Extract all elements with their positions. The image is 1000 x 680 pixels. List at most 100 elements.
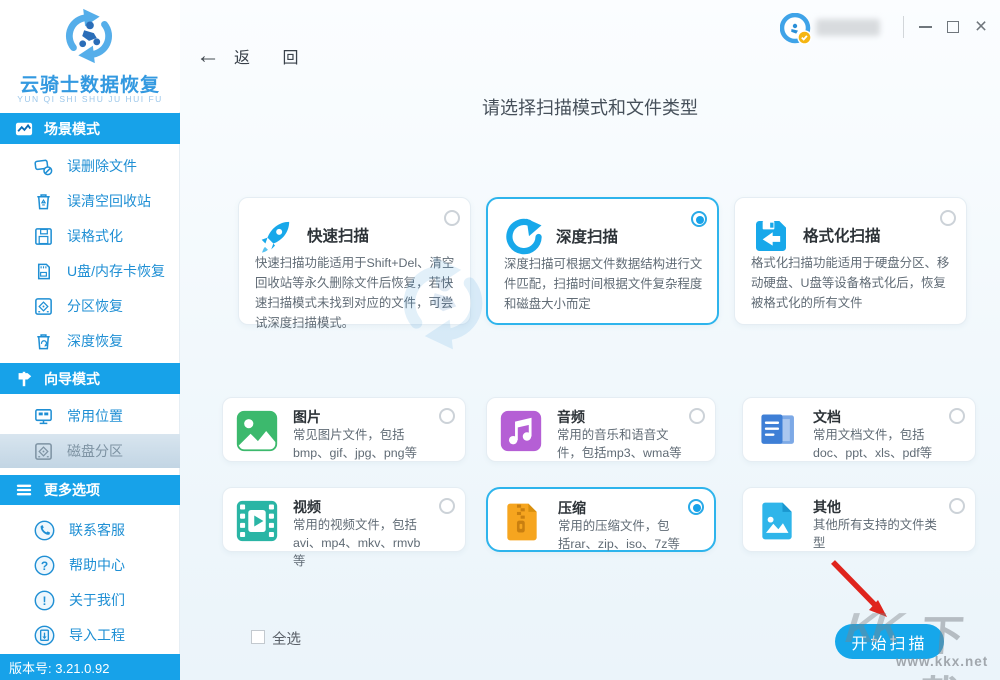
sidebar-section-more-options[interactable]: 更多选项 xyxy=(0,475,180,505)
svg-text:!: ! xyxy=(43,593,47,607)
file-type-radio-other[interactable] xyxy=(949,498,965,514)
image-file-icon xyxy=(236,410,278,452)
sidebar-item-label: 导入工程 xyxy=(69,627,125,643)
sidebar-section-scene-mode[interactable]: 场景模式 xyxy=(0,113,180,144)
scan-mode-title: 快速扫描 xyxy=(307,228,370,245)
sidebar-item-label: 关于我们 xyxy=(69,592,125,608)
scan-mode-radio-format[interactable] xyxy=(940,210,956,226)
monitor-icon xyxy=(35,408,52,424)
file-type-desc: 常用的音乐和语音文件，包括mp3、wma等 xyxy=(557,428,682,460)
floppy-disk-icon xyxy=(35,227,52,245)
file-type-title: 压缩 xyxy=(558,500,586,516)
sidebar-item-help-center[interactable]: ? 帮助中心 xyxy=(0,548,180,582)
sidebar-item-emptied-recycle-bin[interactable]: 误清空回收站 xyxy=(0,184,180,218)
file-type-card-document[interactable]: 文档 常用文档文件，包括doc、ppt、xls、pdf等 xyxy=(742,397,976,462)
file-type-radio-document[interactable] xyxy=(949,408,965,424)
brand-subtitle: YUN QI SHI SHU JU HUI FU xyxy=(17,94,163,104)
sidebar-item-label: U盘/内存卡恢复 xyxy=(67,263,165,279)
back-label: 返 回 xyxy=(234,50,313,67)
scene-mode-icon xyxy=(15,122,33,135)
deleted-file-icon xyxy=(34,159,53,175)
sd-card-icon xyxy=(37,263,50,279)
file-type-card-audio[interactable]: 音频 常用的音乐和语音文件，包括mp3、wma等 xyxy=(486,397,716,462)
app-logo-icon xyxy=(65,8,113,64)
start-scan-button[interactable]: 开始扫描 xyxy=(835,624,944,659)
brand-title: 云骑士数据恢复 xyxy=(19,75,160,96)
file-type-title: 其他 xyxy=(813,499,841,515)
section-label: 向导模式 xyxy=(44,370,100,387)
exclamation-icon: ! xyxy=(34,590,55,610)
scan-mode-card-quick[interactable]: 快速扫描 快速扫描功能适用于Shift+Del、清空回收站等永久删除文件后恢复，… xyxy=(238,197,471,330)
sidebar-item-deep-recovery[interactable]: 深度恢复 xyxy=(0,324,180,358)
maximize-button[interactable] xyxy=(940,14,966,40)
sidebar-item-disk-partition[interactable]: 磁盘分区 xyxy=(0,434,180,468)
document-file-icon xyxy=(761,414,794,444)
format-scan-icon xyxy=(756,221,786,251)
scan-mode-card-format[interactable]: 格式化扫描 格式化扫描功能适用于硬盘分区、移动硬盘、U盘等设备格式化后，恢复被格… xyxy=(734,197,967,325)
recycle-bin-icon xyxy=(37,193,50,209)
file-type-card-video[interactable]: 视频 常用的视频文件，包括avi、mp4、mkv、rmvb等 xyxy=(222,487,466,568)
sidebar-item-contact-support[interactable]: 联系客服 xyxy=(0,513,180,547)
sidebar-item-deleted-files[interactable]: 误删除文件 xyxy=(0,149,180,183)
sidebar-item-label: 常用位置 xyxy=(67,408,123,424)
select-all-checkbox[interactable] xyxy=(251,630,265,644)
close-icon: × xyxy=(974,15,988,38)
page-title: 请选择扫描模式和文件类型 xyxy=(482,98,698,118)
sidebar-item-label: 误删除文件 xyxy=(67,158,137,174)
file-type-title: 视频 xyxy=(293,499,321,515)
back-button[interactable]: ← 返 回 xyxy=(196,44,312,68)
sidebar-item-formatted[interactable]: 误格式化 xyxy=(0,219,180,253)
annotation-arrow-icon xyxy=(831,560,887,617)
select-all-label[interactable]: 全选 xyxy=(272,628,301,649)
sidebar-item-label: 误清空回收站 xyxy=(67,193,151,209)
file-type-title: 音频 xyxy=(557,409,585,425)
scan-mode-card-deep[interactable]: 深度扫描 深度扫描可根据文件数据结构进行文件匹配，扫描时间根据文件复杂程度和磁盘… xyxy=(486,197,719,325)
sidebar-item-usb-sdcard-recovery[interactable]: U盘/内存卡恢复 xyxy=(0,254,180,288)
app-logo-area: 云骑士数据恢复 YUN QI SHI SHU JU HUI FU xyxy=(0,0,180,112)
question-icon: ? xyxy=(34,555,55,575)
file-type-radio-image[interactable] xyxy=(439,408,455,424)
user-avatar[interactable] xyxy=(780,13,812,45)
close-button[interactable]: × xyxy=(968,14,994,40)
scan-mode-radio-deep[interactable] xyxy=(691,211,707,227)
scan-mode-radio-quick[interactable] xyxy=(444,210,460,226)
sidebar-item-label: 磁盘分区 xyxy=(67,443,123,459)
disk-icon xyxy=(35,297,52,315)
archive-file-icon xyxy=(507,503,537,541)
file-type-card-other[interactable]: 其他 其他所有支持的文件类型 xyxy=(742,487,976,552)
scan-mode-desc: 深度扫描可根据文件数据结构进行文件匹配，扫描时间根据文件复杂程度和磁盘大小而定 xyxy=(504,257,703,311)
sidebar-item-label: 误格式化 xyxy=(67,228,123,244)
section-label: 场景模式 xyxy=(44,120,100,137)
other-file-icon xyxy=(762,502,792,540)
file-type-radio-audio[interactable] xyxy=(689,408,705,424)
sidebar-item-common-locations[interactable]: 常用位置 xyxy=(0,399,180,433)
username-blurred xyxy=(816,19,880,36)
sidebar-section-wizard-mode[interactable]: 向导模式 xyxy=(0,363,180,394)
file-type-desc: 常用的视频文件，包括avi、mp4、mkv、rmvb等 xyxy=(293,518,421,568)
file-type-radio-archive[interactable] xyxy=(688,499,704,515)
sidebar: 云骑士数据恢复 YUN QI SHI SHU JU HUI FU 场景模式 误删… xyxy=(0,0,180,680)
sidebar-item-about-us[interactable]: ! 关于我们 xyxy=(0,583,180,617)
file-type-card-image[interactable]: 图片 常见图片文件，包括bmp、gif、jpg、png等 xyxy=(222,397,466,462)
file-type-desc: 常用的压缩文件，包括rar、zip、iso、7z等 xyxy=(558,519,680,551)
sidebar-item-import-project[interactable]: 导入工程 xyxy=(0,618,180,652)
phone-icon xyxy=(34,520,55,540)
sidebar-item-label: 帮助中心 xyxy=(69,557,125,573)
svg-text:?: ? xyxy=(41,558,48,572)
file-type-desc: 其他所有支持的文件类型 xyxy=(813,518,937,550)
disk-partition-icon xyxy=(35,442,52,460)
wizard-mode-icon xyxy=(18,371,32,386)
file-type-card-archive[interactable]: 压缩 常用的压缩文件，包括rar、zip、iso、7z等 xyxy=(486,487,716,552)
minimize-button[interactable] xyxy=(912,14,938,40)
version-label: 版本号: 3.21.0.92 xyxy=(0,654,180,680)
file-type-radio-video[interactable] xyxy=(439,498,455,514)
titlebar-divider xyxy=(903,16,904,38)
deep-recovery-icon xyxy=(37,333,50,349)
scan-mode-desc: 快速扫描功能适用于Shift+Del、清空回收站等永久删除文件后恢复，若快速扫描… xyxy=(255,256,455,330)
file-type-title: 图片 xyxy=(293,409,321,425)
audio-file-icon xyxy=(500,410,542,452)
sidebar-item-label: 联系客服 xyxy=(69,522,125,538)
maximize-icon xyxy=(947,21,959,33)
sidebar-item-partition-recovery[interactable]: 分区恢复 xyxy=(0,289,180,323)
sidebar-item-label: 深度恢复 xyxy=(67,333,123,349)
